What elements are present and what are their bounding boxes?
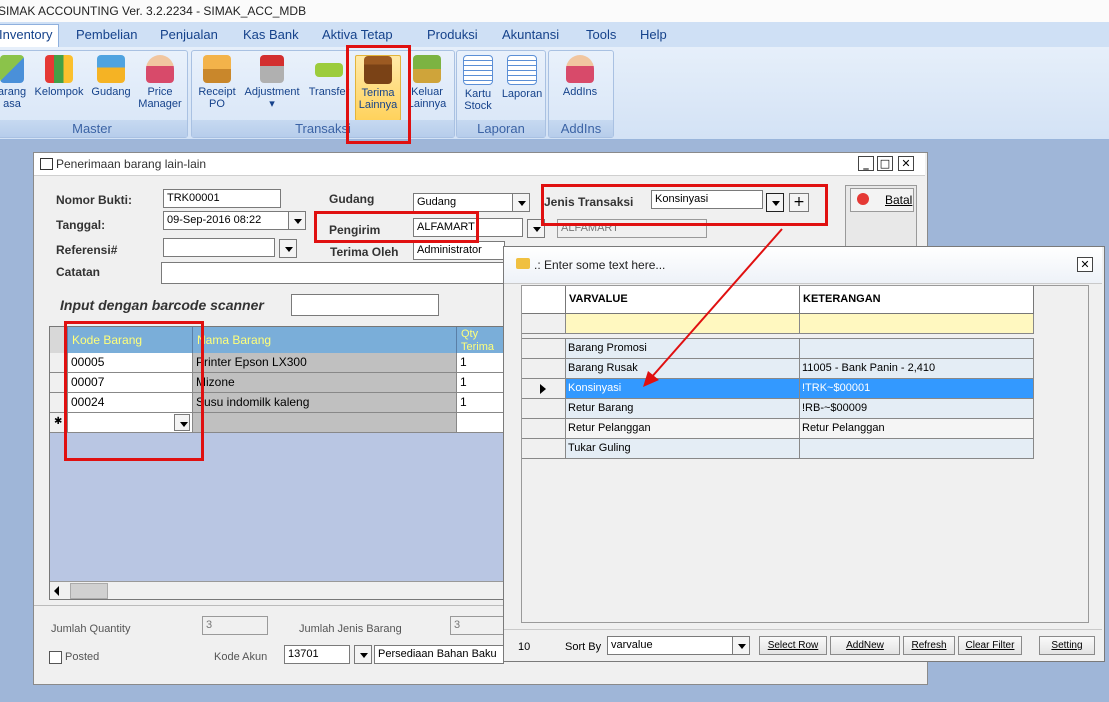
annotation-arrow [643, 228, 783, 387]
